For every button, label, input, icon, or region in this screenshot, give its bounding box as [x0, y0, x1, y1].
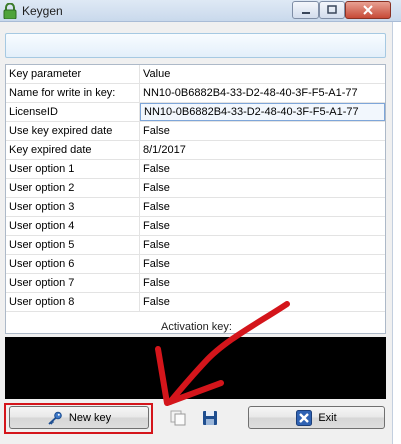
header-value[interactable]: Value: [140, 65, 385, 83]
row-key: User option 3: [6, 198, 140, 216]
row-key: Key expired date: [6, 141, 140, 159]
table-row[interactable]: Name for write in key: NN10-0B6882B4-33-…: [6, 84, 385, 103]
save-icon[interactable]: [201, 409, 219, 427]
row-value[interactable]: False: [140, 255, 385, 273]
exit-label: Exit: [318, 411, 337, 424]
row-key: User option 8: [6, 293, 140, 311]
row-value[interactable]: NN10-0B6882B4-33-D2-48-40-3F-F5-A1-77: [140, 84, 385, 102]
table-row[interactable]: User option 8 False: [6, 293, 385, 312]
table-row[interactable]: User option 5 False: [6, 236, 385, 255]
title-bar: Keygen: [0, 0, 401, 22]
row-key: Name for write in key:: [6, 84, 140, 102]
row-value[interactable]: False: [140, 293, 385, 311]
activation-key-output[interactable]: [5, 337, 386, 399]
row-value[interactable]: 8/1/2017: [140, 141, 385, 159]
exit-button[interactable]: Exit: [248, 406, 385, 429]
row-value[interactable]: False: [140, 236, 385, 254]
row-value[interactable]: NN10-0B6882B4-33-D2-48-40-3F-F5-A1-77: [140, 103, 385, 121]
close-button[interactable]: [345, 1, 391, 19]
new-key-button[interactable]: New key: [9, 406, 149, 429]
maximize-button[interactable]: [319, 1, 345, 19]
row-key: User option 6: [6, 255, 140, 273]
table-row[interactable]: Key expired date 8/1/2017: [6, 141, 385, 160]
row-key: LicenseID: [6, 103, 140, 121]
new-key-label: New key: [68, 411, 112, 424]
table-row[interactable]: User option 1 False: [6, 160, 385, 179]
exit-x-icon: [296, 409, 313, 426]
row-value[interactable]: False: [140, 198, 385, 216]
row-key: User option 1: [6, 160, 140, 178]
main-panel: Key parameter Value Name for write in ke…: [0, 22, 393, 444]
row-key: User option 7: [6, 274, 140, 292]
row-value[interactable]: False: [140, 122, 385, 140]
name-input[interactable]: [5, 33, 386, 58]
maximize-icon: [327, 5, 337, 14]
header-key-parameter[interactable]: Key parameter: [6, 65, 140, 83]
window-title: Keygen: [22, 4, 63, 18]
row-key: Use key expired date: [6, 122, 140, 140]
minimize-icon: [301, 12, 310, 14]
table-row[interactable]: LicenseID NN10-0B6882B4-33-D2-48-40-3F-F…: [6, 103, 385, 122]
table-row[interactable]: User option 2 False: [6, 179, 385, 198]
table-row[interactable]: User option 7 False: [6, 274, 385, 293]
grid-header-row: Key parameter Value: [6, 65, 385, 84]
row-key: User option 4: [6, 217, 140, 235]
row-value[interactable]: False: [140, 160, 385, 178]
table-row[interactable]: User option 3 False: [6, 198, 385, 217]
row-value[interactable]: False: [140, 217, 385, 235]
row-key: User option 2: [6, 179, 140, 197]
key-parameters-grid[interactable]: Key parameter Value Name for write in ke…: [5, 64, 386, 334]
copy-icon[interactable]: [169, 409, 187, 427]
row-value[interactable]: False: [140, 274, 385, 292]
activation-key-label: Activation key:: [161, 321, 232, 333]
row-value[interactable]: False: [140, 179, 385, 197]
table-row[interactable]: User option 4 False: [6, 217, 385, 236]
key-icon: [48, 411, 62, 425]
row-key: User option 5: [6, 236, 140, 254]
table-row[interactable]: User option 6 False: [6, 255, 385, 274]
minimize-button[interactable]: [292, 1, 319, 19]
close-icon: [363, 5, 373, 15]
table-row[interactable]: Use key expired date False: [6, 122, 385, 141]
lock-icon: [3, 3, 17, 19]
